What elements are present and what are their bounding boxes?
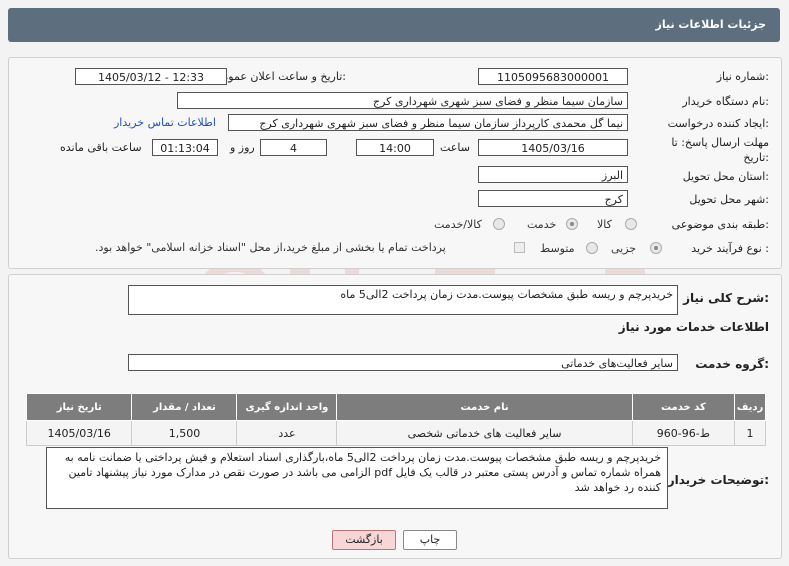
- cell-row-number: 1: [734, 420, 766, 446]
- cell-need-date: 1405/03/16: [25, 420, 133, 446]
- category-option-service: خدمت: [527, 218, 557, 231]
- buyer-org-field: سازمان سیما منظر و فضای سبز شهری شهرداری…: [177, 92, 628, 109]
- summary-field: خریدپرچم و ریسه طبق مشخصات پیوست.مدت زما…: [128, 285, 678, 315]
- summary-label: شرح کلی نیاز:: [683, 291, 769, 305]
- deadline-label: مهلت ارسال پاسخ: تا تاریخ:: [671, 136, 769, 164]
- buyer-notes-label: توضیحات خریدار:: [667, 473, 769, 487]
- process-option-medium: متوسط: [540, 242, 575, 255]
- cell-service-code: ط-96-960: [631, 420, 736, 446]
- page-header: جزئیات اطلاعات نیاز: [8, 8, 780, 42]
- services-table: ردیف کد خدمت نام خدمت واحد اندازه گیری ت…: [25, 393, 766, 446]
- province-field: البرز: [478, 166, 628, 183]
- cell-unit: عدد: [236, 420, 338, 446]
- cell-quantity: 1,500: [131, 420, 238, 446]
- category-radio-service[interactable]: [566, 218, 578, 230]
- treasury-payment-checkbox[interactable]: [514, 242, 525, 253]
- category-radio-goods-service[interactable]: [493, 218, 505, 230]
- deadline-time-field: 14:00: [356, 139, 434, 156]
- deadline-date-field: 1405/03/16: [478, 139, 628, 156]
- announce-datetime-field: 1405/03/12 - 12:33: [75, 68, 227, 85]
- col-service-code: کد خدمت: [631, 393, 736, 421]
- days-remaining-field: 4: [260, 139, 327, 156]
- buyer-contact-link[interactable]: اطلاعات تماس خریدار: [114, 116, 216, 129]
- col-row-number: ردیف: [734, 393, 766, 421]
- process-type-label: نوع فرآیند خرید :: [691, 242, 769, 255]
- creator-field: نیما گل محمدی کارپرداز سازمان سیما منظر …: [228, 114, 628, 131]
- treasury-payment-note: پرداخت تمام یا بخشی از مبلغ خرید،از محل …: [95, 241, 446, 254]
- service-group-field: سایر فعالیت‌های خدماتی: [128, 354, 678, 371]
- remaining-time-label: ساعت باقی مانده: [60, 141, 142, 154]
- col-service-name: نام خدمت: [336, 393, 633, 421]
- need-number-label: شماره نیاز:: [716, 70, 769, 83]
- back-button[interactable]: بازگشت: [332, 530, 396, 550]
- city-label: شهر محل تحویل:: [689, 193, 769, 206]
- services-section-title: اطلاعات خدمات مورد نیاز: [618, 320, 769, 334]
- remaining-time-field: 01:13:04: [152, 139, 218, 156]
- table-row: 1 ط-96-960 سایر فعالیت های خدماتی شخصی ع…: [25, 420, 766, 446]
- category-label: طبقه بندی موضوعی:: [671, 218, 769, 231]
- buyer-org-label: نام دستگاه خریدار:: [682, 95, 769, 108]
- process-radio-minor[interactable]: [650, 242, 662, 254]
- days-label: روز و: [230, 141, 255, 154]
- buyer-notes-field: خریدپرچم و ریسه طبق مشخصات پیوست.مدت زما…: [46, 447, 668, 509]
- service-group-label: گروه خدمت:: [695, 357, 769, 371]
- category-option-goods: کالا: [597, 218, 612, 231]
- print-button[interactable]: چاپ: [403, 530, 457, 550]
- process-radio-medium[interactable]: [586, 242, 598, 254]
- province-label: استان محل تحویل:: [682, 170, 769, 183]
- col-unit: واحد اندازه گیری: [236, 393, 338, 421]
- col-need-date: تاریخ نیاز: [25, 393, 133, 421]
- col-quantity: تعداد / مقدار: [131, 393, 238, 421]
- category-radio-goods[interactable]: [625, 218, 637, 230]
- announce-datetime-label: تاریخ و ساعت اعلان عمومی:: [213, 70, 346, 83]
- city-field: کرج: [478, 190, 628, 207]
- need-number-field: 1105095683000001: [478, 68, 628, 85]
- category-option-goods-service: کالا/خدمت: [434, 218, 482, 231]
- cell-service-name: سایر فعالیت های خدماتی شخصی: [336, 420, 633, 446]
- page-title: جزئیات اطلاعات نیاز: [655, 18, 767, 31]
- process-option-minor: جزیی: [611, 242, 637, 255]
- creator-label: ایجاد کننده درخواست:: [667, 117, 769, 130]
- deadline-time-label: ساعت: [440, 141, 470, 154]
